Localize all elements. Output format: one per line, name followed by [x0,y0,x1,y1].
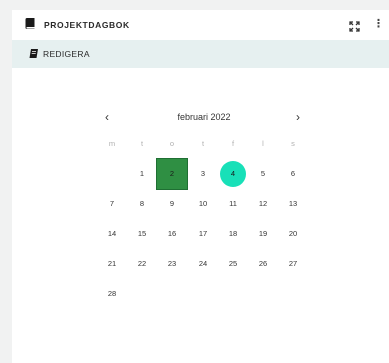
pencil-icon [29,45,39,63]
toolbar: REDIGERA [12,40,389,68]
prev-month-button[interactable]: ‹ [105,111,109,123]
day-cell[interactable]: 10 [191,192,215,216]
day-cell[interactable]: 5 [251,162,275,186]
weekday-label: l [262,139,264,148]
day-cell[interactable]: 9 [160,192,184,216]
more-vertical-icon[interactable]: ⋮ [373,18,384,30]
fullscreen-icon[interactable] [349,19,360,37]
book-icon [25,16,35,34]
day-cell[interactable]: 15 [130,222,154,246]
weekday-label: s [291,139,295,148]
weekday-label: t [201,139,205,148]
day-cell[interactable]: 8 [130,192,154,216]
day-cell[interactable]: 7 [100,192,124,216]
day-cell[interactable]: 21 [100,252,124,276]
day-cell[interactable]: 22 [130,252,154,276]
edit-button[interactable]: REDIGERA [43,49,90,59]
day-cell[interactable]: 11 [221,192,245,216]
next-month-button[interactable]: › [296,111,300,123]
weekday-label: m [108,139,116,148]
day-cell[interactable]: 19 [251,222,275,246]
diary-panel: PROJEKTDAGBOK ⋮ REDIGERA ‹ februari 2022… [12,10,389,363]
day-cell[interactable]: 17 [191,222,215,246]
day-cell[interactable]: 20 [281,222,305,246]
day-cell[interactable]: 14 [100,222,124,246]
day-cell[interactable]: 24 [191,252,215,276]
day-cell[interactable]: 1 [130,162,154,186]
day-cell[interactable]: 25 [221,252,245,276]
day-cell[interactable]: 23 [160,252,184,276]
day-cell[interactable]: 12 [251,192,275,216]
window-title: PROJEKTDAGBOK [44,20,130,30]
day-cell[interactable]: 26 [251,252,275,276]
calendar: ‹ februari 2022 › mtotfls 1 2 3 4 5 6 7 8 9 10 11 1… [12,68,389,363]
day-cell[interactable]: 16 [160,222,184,246]
day-cell[interactable]: 18 [221,222,245,246]
day-cell[interactable]: 6 [281,162,305,186]
day-cell[interactable]: 3 [191,162,215,186]
day-cell[interactable]: 28 [100,282,124,306]
weekday-label: t [140,139,144,148]
day-cell-selected[interactable]: 4 [220,161,246,187]
weekday-label: o [169,139,175,148]
day-cell[interactable]: 27 [281,252,305,276]
day-cell[interactable]: 13 [281,192,305,216]
weekday-label: f [231,139,235,148]
title-bar: PROJEKTDAGBOK ⋮ [12,10,389,40]
day-cell-today[interactable]: 2 [156,158,188,190]
month-label: februari 2022 [177,112,231,122]
